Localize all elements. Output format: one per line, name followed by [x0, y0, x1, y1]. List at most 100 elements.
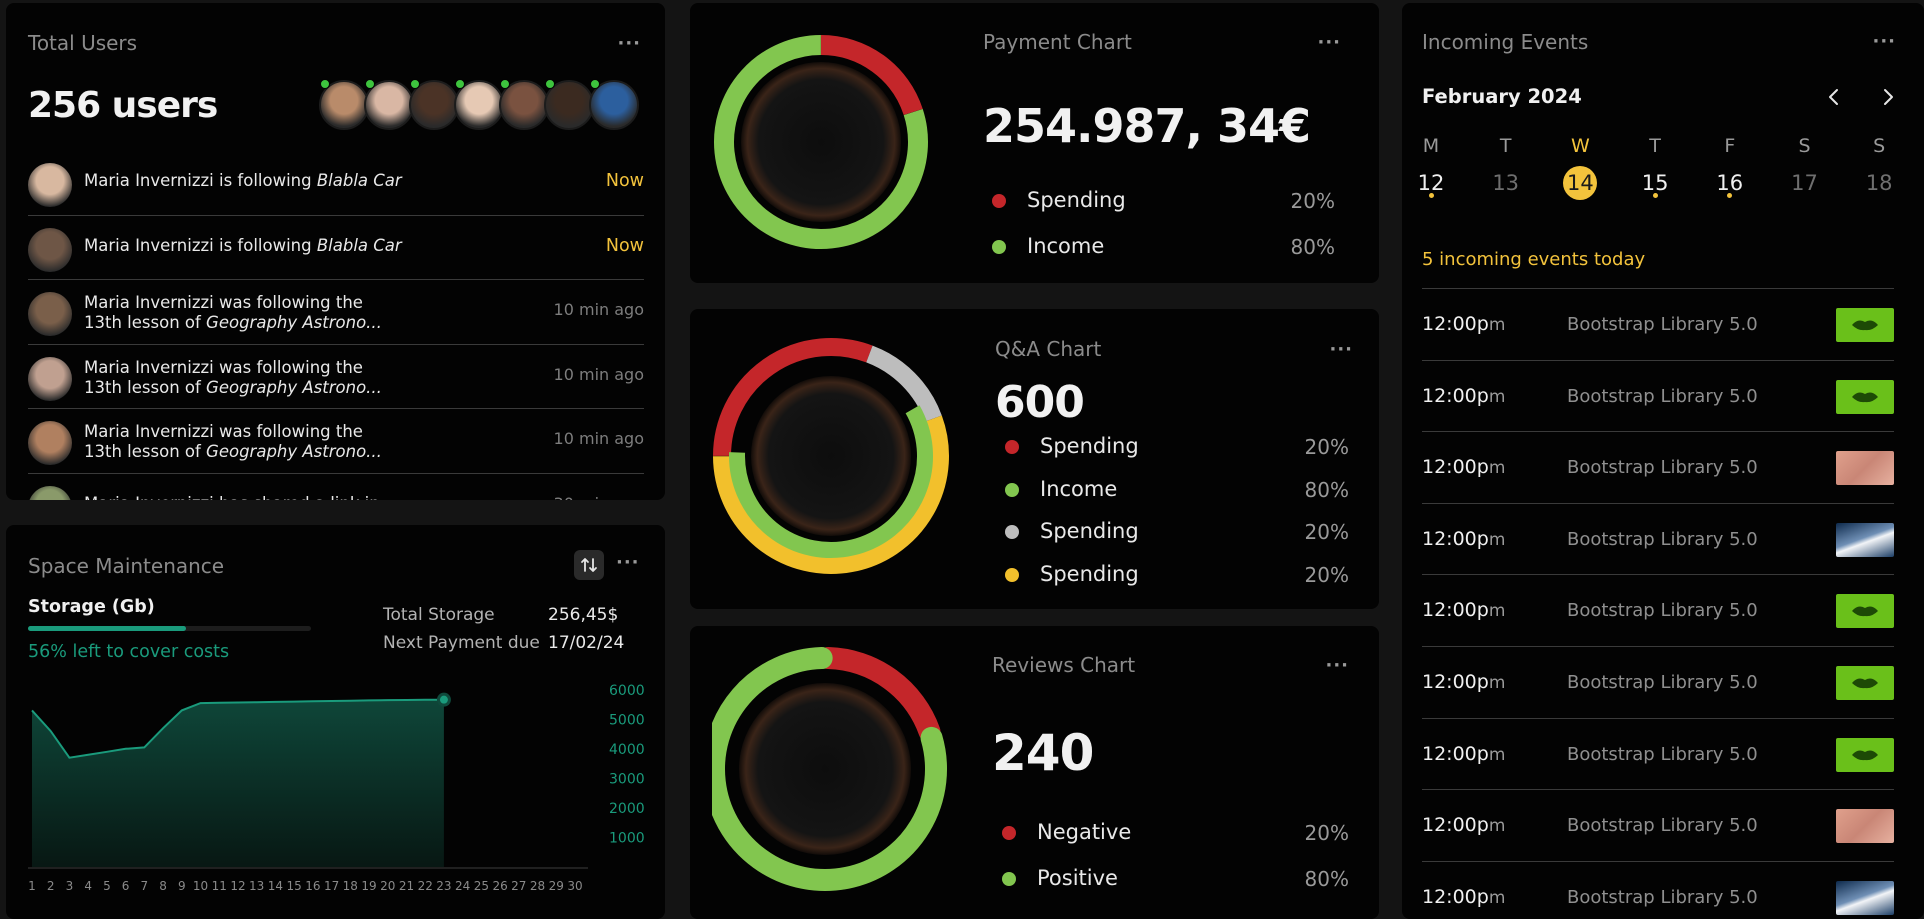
- event-item[interactable]: 12:00pm Bootstrap Library 5.0: [1422, 789, 1894, 861]
- feed-text-line: Maria Invernizzi is following: [84, 235, 317, 255]
- event-item[interactable]: 12:00pm Bootstrap Library 5.0: [1422, 717, 1894, 790]
- online-status-dot: [500, 79, 510, 89]
- feed-item-text: Maria Invernizzi has shared a link in: [84, 494, 380, 501]
- feed-item-time: 10 min ago: [553, 300, 644, 319]
- feed-item[interactable]: Maria Invernizzi has shared a link in 30 …: [28, 474, 644, 501]
- feed-item-time: 10 min ago: [553, 364, 644, 384]
- more-horizontal-icon[interactable]: ···: [1329, 341, 1353, 359]
- last-point: [439, 695, 448, 704]
- legend-percent: 80%: [1304, 867, 1349, 891]
- online-status-dot: [545, 79, 555, 89]
- x-tick-label: 2: [47, 879, 55, 893]
- chevron-right-icon[interactable]: [1876, 85, 1900, 109]
- more-horizontal-icon[interactable]: ···: [616, 554, 640, 572]
- feed-item-target[interactable]: Geography Astrono...: [206, 378, 382, 397]
- event-time-suffix: m: [1488, 601, 1506, 622]
- next-payment-value: 17/02/24: [548, 633, 625, 653]
- legend-label: Negative: [1037, 820, 1132, 844]
- x-tick-label: 30: [567, 879, 582, 893]
- feed-item[interactable]: Maria Invernizzi was following the 13th l…: [28, 409, 644, 474]
- event-item[interactable]: 12:00pm Bootstrap Library 5.0: [1422, 860, 1894, 919]
- more-horizontal-icon[interactable]: ···: [1325, 657, 1349, 675]
- qa-total-value: 600: [995, 377, 1085, 428]
- feed-item-target[interactable]: Blabla Car: [317, 236, 402, 255]
- legend-label: Income: [1040, 476, 1118, 501]
- calendar-month: February 2024: [1422, 85, 1582, 108]
- event-time-value: 12:00p: [1422, 527, 1489, 550]
- donut-hole: [741, 62, 901, 222]
- weekday-label: W: [1570, 135, 1590, 157]
- event-time: 12:00pm: [1422, 528, 1505, 550]
- event-item[interactable]: 12:00pm Bootstrap Library 5.0: [1422, 574, 1894, 646]
- feed-item-time: Now: [605, 235, 644, 256]
- more-horizontal-icon[interactable]: ···: [1872, 33, 1896, 51]
- x-tick-label: 6: [122, 879, 130, 893]
- x-tick-label: 18: [343, 879, 358, 893]
- feed-text-line: 13th lesson of: [84, 313, 207, 332]
- lips-icon: [1852, 392, 1878, 402]
- event-title: Bootstrap Library 5.0: [1567, 457, 1758, 479]
- x-tick-label: 20: [380, 879, 395, 893]
- event-thumbnail: [1836, 594, 1894, 629]
- feed-item[interactable]: Maria Invernizzi was following the 13th l…: [28, 280, 644, 345]
- legend-dot: [1005, 482, 1019, 497]
- avatar: [28, 421, 72, 465]
- weekday-label: M: [1422, 135, 1440, 157]
- feed-text-line: 13th lesson of: [84, 442, 207, 461]
- feed-item-time: 30 min ago: [554, 494, 644, 501]
- calendar-day[interactable]: 17: [1788, 166, 1822, 200]
- x-tick-label: 19: [361, 879, 376, 893]
- event-time-value: 12:00p: [1422, 313, 1489, 335]
- legend-dot: [1002, 826, 1016, 840]
- weekday-label: T: [1649, 135, 1661, 157]
- calendar-day[interactable]: 14: [1563, 166, 1598, 200]
- event-item[interactable]: 12:00pm Bootstrap Library 5.0: [1422, 288, 1894, 360]
- x-tick-label: 4: [84, 879, 92, 893]
- payment-total-value: 254.987, 34€: [983, 99, 1311, 153]
- sort-arrows-icon[interactable]: [574, 550, 604, 580]
- chevron-left-icon[interactable]: [1822, 85, 1846, 109]
- x-tick-label: 15: [286, 879, 301, 893]
- event-item[interactable]: 12:00pm Bootstrap Library 5.0: [1422, 359, 1894, 432]
- feed-text-line: Maria Invernizzi is following: [84, 171, 317, 190]
- online-status-dot: [365, 79, 375, 89]
- feed-item[interactable]: Maria Invernizzi was following the 13th l…: [28, 345, 644, 409]
- lips-icon: [1852, 606, 1878, 617]
- online-status-dot: [455, 79, 465, 89]
- event-time-suffix: m: [1488, 315, 1506, 335]
- calendar-day[interactable]: 18: [1862, 166, 1896, 200]
- event-time: 12:00pm: [1422, 743, 1505, 765]
- x-tick-label: 9: [178, 879, 186, 893]
- legend-label: Spending: [1040, 561, 1139, 586]
- x-tick-label: 25: [474, 879, 489, 893]
- y-tick-label: 1000: [609, 830, 645, 846]
- x-tick-label: 5: [103, 879, 111, 893]
- feed-item-text: Maria Invernizzi was following the 13th l…: [84, 358, 382, 398]
- event-title: Bootstrap Library 5.0: [1567, 385, 1758, 407]
- event-title: Bootstrap Library 5.0: [1567, 815, 1758, 837]
- events-today-count: 5 incoming events today: [1422, 249, 1646, 270]
- y-tick-label: 6000: [609, 683, 645, 699]
- qa-chart-card: Q&A Chart ··· 600 Spending 20% Income 80% Sp…: [690, 309, 1379, 609]
- event-time-value: 12:00p: [1422, 670, 1489, 693]
- feed-item[interactable]: Maria Invernizzi is following Blabla Car…: [28, 216, 644, 280]
- legend-dot: [1005, 567, 1019, 582]
- more-horizontal-icon[interactable]: ···: [1317, 34, 1341, 52]
- event-time-value: 12:00p: [1422, 384, 1489, 407]
- event-title: Bootstrap Library 5.0: [1567, 743, 1758, 765]
- lips-icon: [1852, 750, 1878, 760]
- feed-item-target[interactable]: Blabla Car: [317, 171, 402, 190]
- feed-item-target[interactable]: Geography Astrono...: [206, 313, 382, 332]
- event-time-suffix: m: [1488, 458, 1506, 479]
- event-item[interactable]: 12:00pm Bootstrap Library 5.0: [1422, 431, 1894, 503]
- more-horizontal-icon[interactable]: ···: [617, 35, 641, 53]
- event-indicator-dot: [1428, 193, 1434, 198]
- reviews-donut-chart: [712, 647, 947, 891]
- feed-item-target[interactable]: Geography Astrono...: [206, 442, 382, 461]
- calendar-day[interactable]: 13: [1489, 166, 1523, 200]
- event-item[interactable]: 12:00pm Bootstrap Library 5.0: [1422, 645, 1894, 718]
- event-item[interactable]: 12:00pm Bootstrap Library 5.0: [1422, 502, 1894, 575]
- feed-item[interactable]: Maria Invernizzi is following Blabla Car…: [28, 151, 644, 216]
- x-tick-label: 27: [511, 879, 526, 893]
- lips-icon: [1852, 320, 1878, 331]
